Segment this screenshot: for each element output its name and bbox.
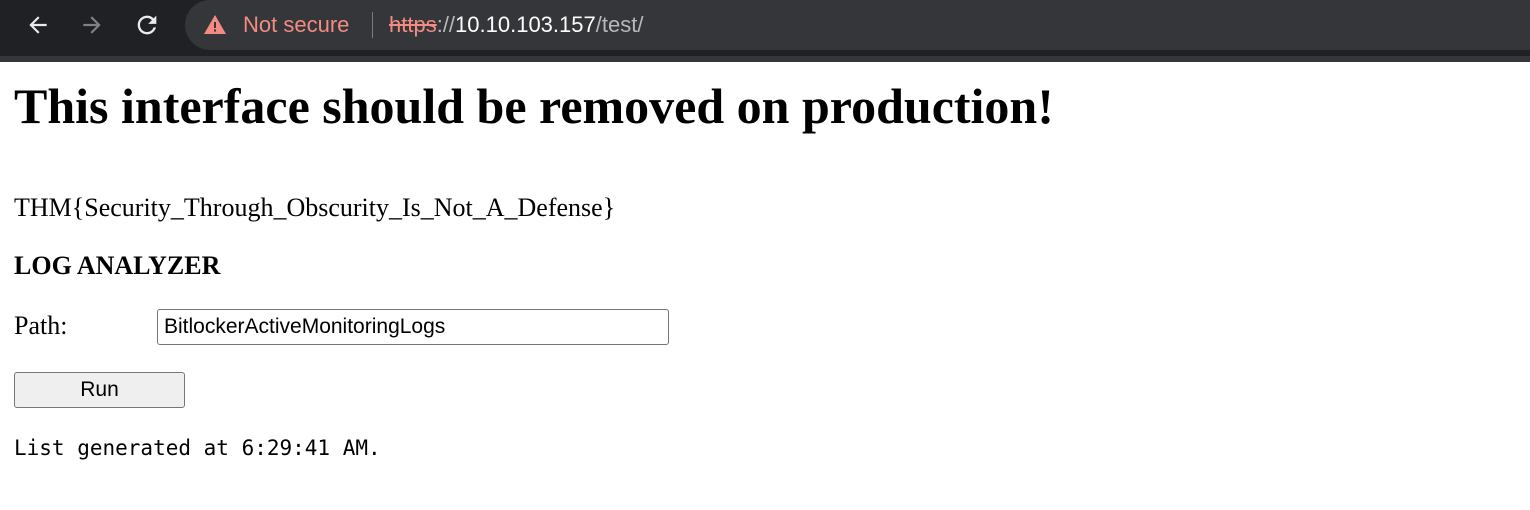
flag-text: THM{Security_Through_Obscurity_Is_Not_A_… <box>14 193 616 222</box>
security-status-label[interactable]: Not secure <box>243 11 349 39</box>
url-text[interactable]: https://10.10.103.157/test/ <box>389 11 643 39</box>
log-analyzer-title: LOG ANALYZER <box>14 251 221 280</box>
url-host: 10.10.103.157 <box>455 12 596 37</box>
path-label: Path: <box>14 311 68 340</box>
url-path: /test/ <box>595 12 644 37</box>
path-input[interactable] <box>157 309 669 345</box>
reload-button[interactable] <box>130 8 164 42</box>
omnibox-divider <box>372 12 373 38</box>
arrow-right-icon <box>83 16 101 34</box>
forward-button[interactable] <box>75 8 109 42</box>
warning-triangle-icon[interactable] <box>203 13 227 37</box>
url-separator: :// <box>436 12 456 37</box>
reload-icon <box>137 15 157 35</box>
run-button[interactable]: Run <box>14 372 185 408</box>
list-generated-status: List generated at 6:29:41 AM. <box>14 436 381 460</box>
browser-toolbar: Not secure https://10.10.103.157/test/ <box>0 0 1530 62</box>
arrow-left-icon <box>29 16 47 34</box>
back-button[interactable] <box>21 8 55 42</box>
url-scheme: https <box>389 12 437 37</box>
address-bar[interactable]: Not secure https://10.10.103.157/test/ <box>185 0 1530 50</box>
page-heading: This interface should be removed on prod… <box>14 78 1054 134</box>
